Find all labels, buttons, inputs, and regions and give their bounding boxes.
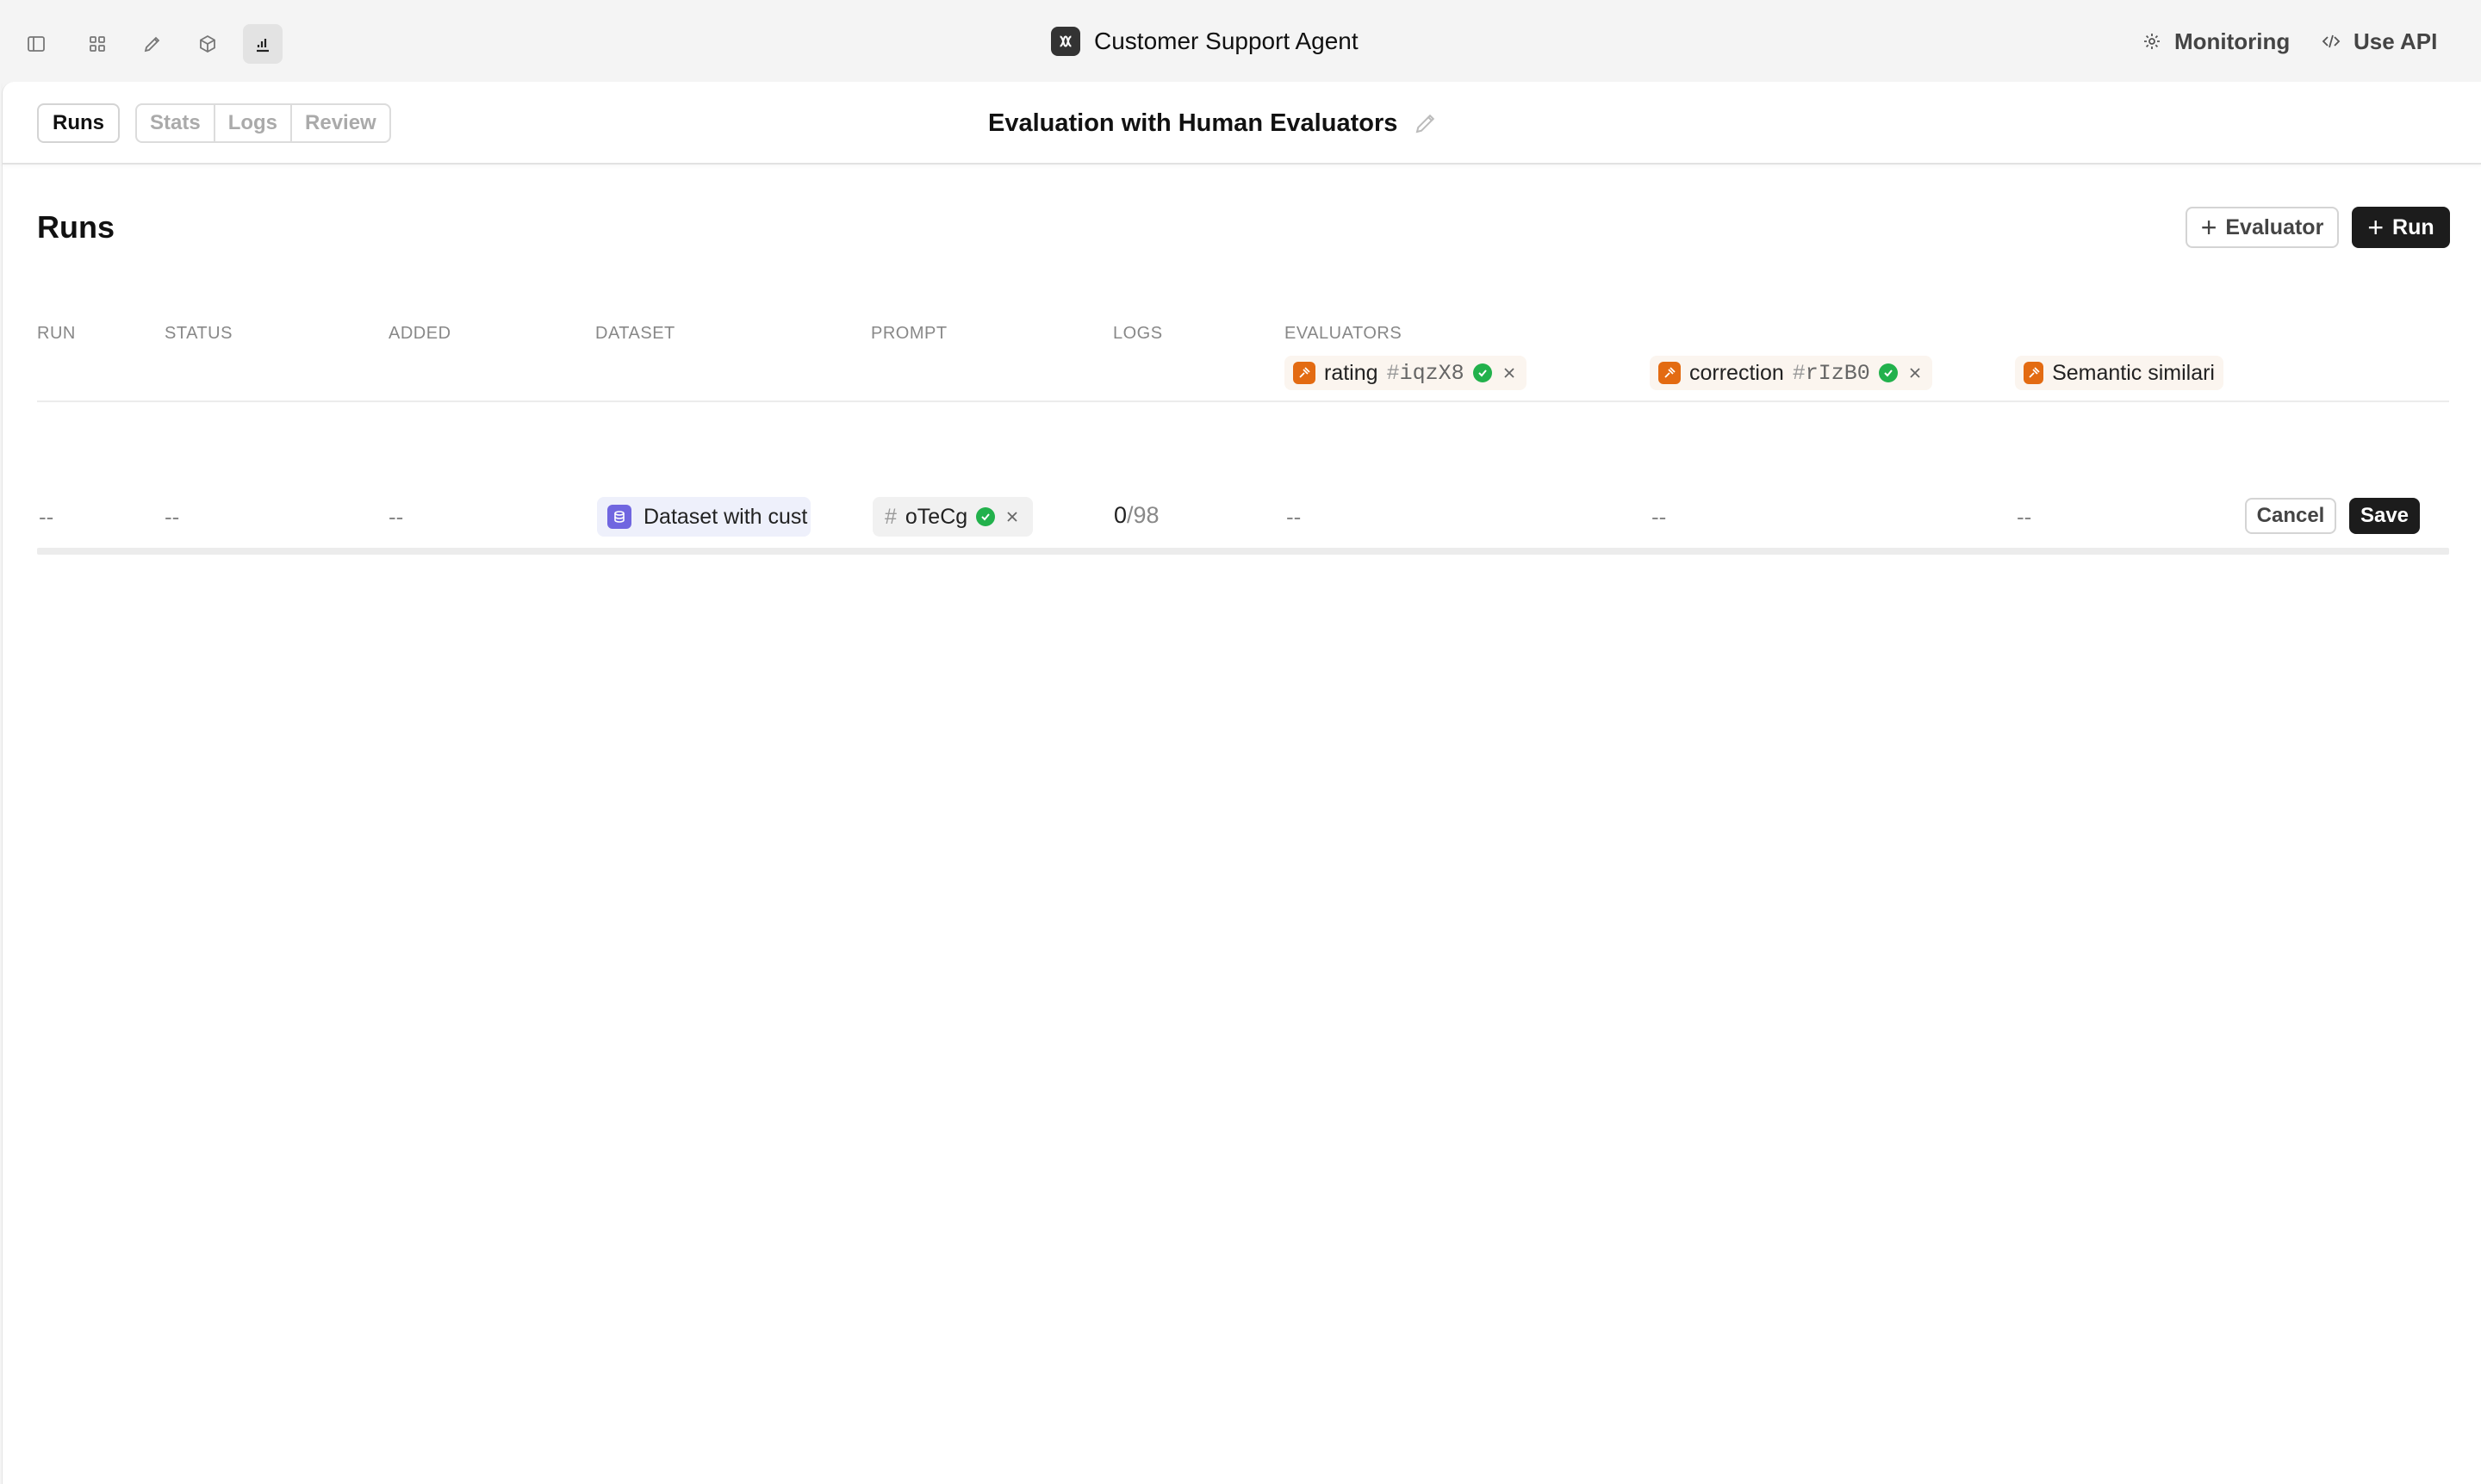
pencil-icon[interactable] <box>133 24 172 64</box>
page-title-text: Evaluation with Human Evaluators <box>988 109 1398 137</box>
database-icon <box>607 505 631 529</box>
evaluator-icon <box>1658 362 1681 384</box>
remove-prompt-icon[interactable] <box>1004 508 1021 525</box>
add-run-label: Run <box>2392 214 2434 239</box>
cell-added: -- <box>389 504 404 530</box>
add-evaluator-button[interactable]: + Evaluator <box>2186 207 2339 248</box>
monitoring-label: Monitoring <box>2174 28 2291 54</box>
column-header-run: RUN <box>37 324 76 343</box>
monitoring-button[interactable]: Monitoring <box>2142 24 2290 59</box>
cancel-button[interactable]: Cancel <box>2245 498 2336 534</box>
tab-review[interactable]: Review <box>292 105 389 141</box>
tab-stats[interactable]: Stats <box>137 105 215 141</box>
cell-evaluator-semantic: -- <box>2017 504 2032 530</box>
column-header-prompt: PROMPT <box>871 324 948 343</box>
page-title: Evaluation with Human Evaluators <box>988 103 1439 143</box>
prompt-chip[interactable]: # oTeCg <box>873 497 1034 537</box>
code-icon <box>2322 34 2341 48</box>
evaluator-name: rating <box>1324 360 1378 385</box>
section-title: Runs <box>37 209 115 245</box>
top-bar: Customer Support Agent Monitoring Use AP… <box>0 0 2481 82</box>
tab-runs[interactable]: Runs <box>37 103 120 143</box>
sidebar-toggle-icon[interactable] <box>16 24 56 64</box>
bar-chart-icon[interactable] <box>243 24 283 64</box>
add-evaluator-label: Evaluator <box>2225 214 2324 239</box>
app-logo-icon <box>1051 27 1080 56</box>
evaluator-hash: #rIzB0 <box>1792 360 1870 386</box>
header-divider <box>37 400 2449 402</box>
cell-status: -- <box>165 504 180 530</box>
tab-group: Stats Logs Review <box>135 103 391 143</box>
evaluator-name: Semantic similari <box>2052 360 2215 385</box>
dataset-name: Dataset with cust <box>644 504 808 529</box>
remove-evaluator-icon[interactable] <box>1906 364 1924 382</box>
edit-title-icon[interactable] <box>1413 110 1439 136</box>
column-header-logs: LOGS <box>1113 324 1163 343</box>
monitoring-icon <box>2144 34 2160 49</box>
column-header-status: STATUS <box>165 324 233 343</box>
plus-icon: + <box>2367 212 2385 243</box>
hash-icon: # <box>885 504 897 529</box>
app-title-text: Customer Support Agent <box>1094 28 1359 54</box>
sub-header: Runs Stats Logs Review Evaluation with H… <box>3 82 2481 165</box>
use-api-label: Use API <box>2354 28 2438 54</box>
cube-icon[interactable] <box>188 24 227 64</box>
use-api-button[interactable]: Use API <box>2321 24 2437 59</box>
plus-icon: + <box>2200 212 2217 243</box>
prompt-hash: oTeCg <box>905 504 968 529</box>
check-icon <box>976 507 996 526</box>
save-button[interactable]: Save <box>2349 498 2420 534</box>
app-title: Customer Support Agent <box>1051 24 1359 59</box>
add-run-button[interactable]: + Run <box>2352 207 2450 248</box>
cell-evaluator-rating: -- <box>1286 504 1302 530</box>
remove-evaluator-icon[interactable] <box>1501 364 1518 382</box>
cell-logs: 0/98 <box>1114 502 1160 528</box>
evaluator-chip-rating[interactable]: rating #iqzX8 <box>1284 356 1527 390</box>
evaluator-icon <box>1293 362 1315 384</box>
column-header-added: ADDED <box>389 324 451 343</box>
cell-evaluator-correction: -- <box>1651 504 1667 530</box>
evaluator-hash: #iqzX8 <box>1386 360 1464 386</box>
tab-logs[interactable]: Logs <box>215 105 293 141</box>
cell-run: -- <box>39 504 54 530</box>
table-scrollbar[interactable] <box>37 548 2449 555</box>
dataset-chip[interactable]: Dataset with cust <box>597 497 811 537</box>
column-header-evaluators: EVALUATORS <box>1284 324 1402 343</box>
check-icon <box>1472 363 1492 382</box>
check-icon <box>1878 363 1898 382</box>
evaluator-chip-semantic-similarity[interactable]: Semantic similari <box>2015 356 2223 390</box>
evaluator-name: correction <box>1689 360 1784 385</box>
evaluator-icon <box>2024 362 2044 384</box>
evaluator-chip-correction[interactable]: correction #rIzB0 <box>1650 356 1932 390</box>
grid-icon[interactable] <box>78 24 117 64</box>
column-header-dataset: DATASET <box>595 324 675 343</box>
main-panel: Runs Stats Logs Review Evaluation with H… <box>2 82 2481 1484</box>
